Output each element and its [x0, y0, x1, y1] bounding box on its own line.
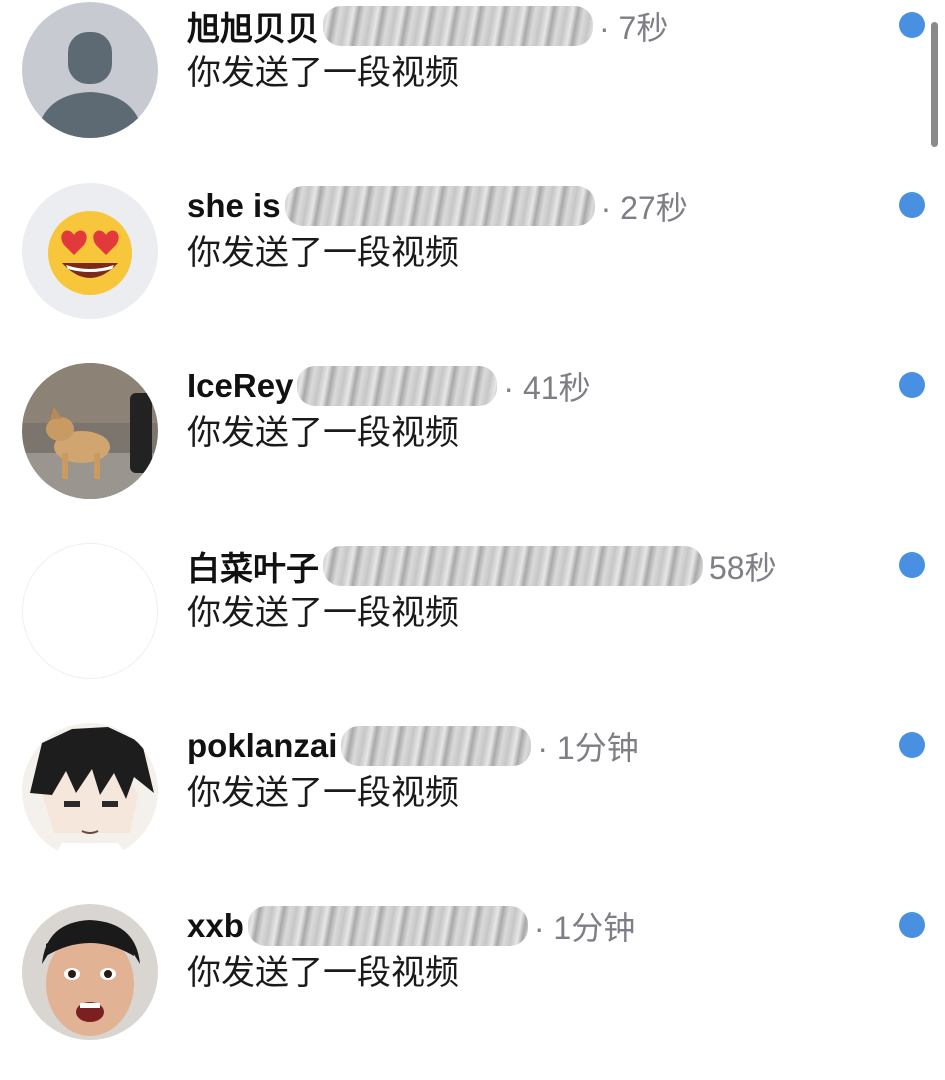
contact-name: 旭旭贝贝 [187, 10, 319, 47]
contact-name: poklanzai [187, 727, 338, 764]
dog-photo-icon [22, 363, 158, 499]
redacted-username [247, 906, 528, 946]
unread-dot-icon [899, 372, 925, 398]
message-preview: 你发送了一段视频 [187, 954, 459, 992]
name-line: 白菜叶子 58秒 [187, 544, 777, 588]
name-line: poklanzai · 1分钟 [187, 724, 639, 768]
timestamp: · 7秒 [599, 10, 669, 46]
conversation-row[interactable]: she is · 27秒 你发送了一段视频 [0, 180, 945, 360]
unread-dot-icon [899, 552, 925, 578]
message-preview: 你发送了一段视频 [187, 774, 459, 812]
scrollbar[interactable] [931, 22, 938, 147]
conversation-row[interactable]: xxb · 1分钟 你发送了一段视频 [0, 900, 945, 1080]
avatar[interactable] [22, 543, 158, 679]
contact-name: 白菜叶子 [187, 550, 319, 587]
redacted-username [323, 546, 703, 586]
unread-dot-icon [899, 192, 925, 218]
contact-name: IceRey [187, 367, 294, 404]
timestamp: · 1分钟 [537, 730, 639, 766]
name-line: IceRey · 41秒 [187, 364, 591, 408]
default-person-icon [22, 2, 158, 138]
message-preview: 你发送了一段视频 [187, 54, 459, 92]
name-line: she is · 27秒 [187, 184, 688, 228]
timestamp: 58秒 [709, 550, 777, 586]
unread-dot-icon [899, 912, 925, 938]
avatar[interactable] [22, 2, 158, 138]
timestamp: · 41秒 [503, 370, 591, 406]
message-preview: 你发送了一段视频 [187, 594, 459, 632]
conversation-row[interactable]: 白菜叶子 58秒 你发送了一段视频 [0, 540, 945, 720]
anime-boy-icon [22, 723, 158, 859]
face-photo-icon [22, 904, 158, 1040]
message-preview: 你发送了一段视频 [187, 414, 459, 452]
conversation-row[interactable]: IceRey · 41秒 你发送了一段视频 [0, 360, 945, 540]
conversation-row[interactable]: poklanzai · 1分钟 你发送了一段视频 [0, 720, 945, 900]
avatar[interactable] [22, 723, 158, 859]
blank-avatar-icon [23, 544, 157, 678]
redacted-username [323, 6, 593, 46]
unread-dot-icon [899, 12, 925, 38]
message-preview: 你发送了一段视频 [187, 234, 459, 272]
redacted-username [284, 186, 595, 226]
timestamp: · 1分钟 [533, 910, 636, 946]
name-line: 旭旭贝贝 · 7秒 [187, 4, 668, 48]
avatar[interactable] [22, 363, 158, 499]
contact-name: xxb [187, 907, 244, 944]
redacted-username [341, 726, 532, 766]
heart-eyes-emoji-icon [22, 183, 158, 319]
conversation-list: 旭旭贝贝 · 7秒 你发送了一段视频 she is · 27秒 你发送了一段视频 [0, 0, 945, 1075]
unread-dot-icon [899, 732, 925, 758]
avatar[interactable] [22, 904, 158, 1040]
contact-name: she is [187, 187, 281, 224]
timestamp: · 27秒 [600, 190, 688, 226]
redacted-username [297, 366, 498, 406]
avatar[interactable] [22, 183, 158, 319]
name-line: xxb · 1分钟 [187, 904, 635, 948]
conversation-row[interactable]: 旭旭贝贝 · 7秒 你发送了一段视频 [0, 0, 945, 180]
